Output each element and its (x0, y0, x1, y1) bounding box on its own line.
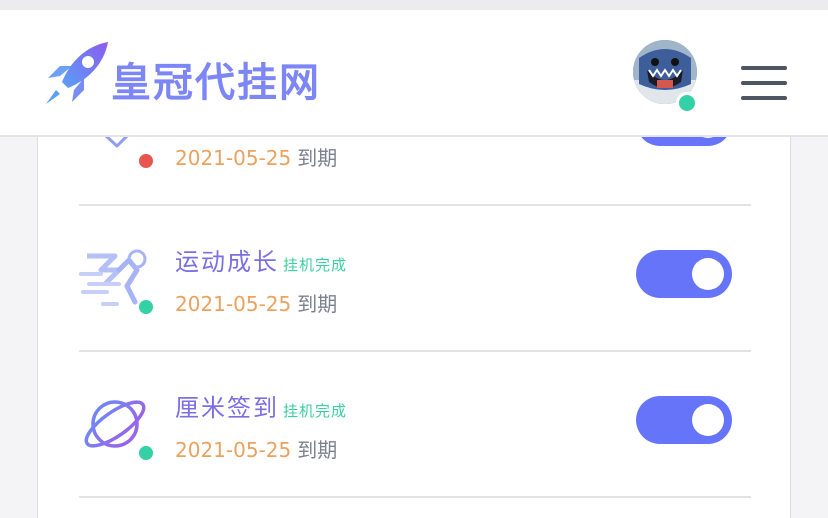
rocket-icon (42, 38, 112, 108)
expiry-suffix: 到期 (297, 146, 338, 170)
hamburger-menu-icon[interactable] (741, 66, 787, 100)
task-list: 2021-05-25 到期 运动成长 挂机完成 2021-05-25 到期 厘米… (37, 98, 791, 518)
task-title: 运动成长 (175, 248, 279, 276)
online-status-dot (676, 92, 698, 114)
brand-title[interactable]: 皇冠代挂网 (111, 50, 321, 108)
expiry-suffix: 到期 (297, 292, 338, 316)
task-title: 厘米签到 (175, 394, 279, 422)
expiry-text: 2021-05-25 到期 (175, 288, 337, 317)
toggle-knob (692, 258, 724, 290)
status-dot (137, 298, 155, 316)
app-page: 2021-05-25 到期 运动成长 挂机完成 2021-05-25 到期 厘米… (0, 0, 828, 518)
enable-toggle[interactable] (636, 250, 732, 298)
expiry-date: 2021-05-25 (175, 292, 292, 316)
status-tag: 挂机完成 (283, 256, 348, 274)
expiry-date: 2021-05-25 (175, 438, 292, 462)
expiry-text: 2021-05-25 到期 (175, 142, 337, 171)
divider (79, 496, 751, 498)
planet-icon (79, 386, 155, 462)
status-tag: 挂机完成 (283, 402, 348, 420)
status-dot (137, 444, 155, 462)
expiry-date: 2021-05-25 (175, 146, 292, 170)
list-item[interactable]: 运动成长 挂机完成 2021-05-25 到期 (79, 206, 751, 352)
expiry-text: 2021-05-25 到期 (175, 434, 337, 463)
task-name: 厘米签到 挂机完成 (175, 388, 347, 423)
top-header: 皇冠代挂网 (0, 0, 828, 137)
task-name: 运动成长 挂机完成 (175, 242, 347, 277)
status-dot (137, 152, 155, 170)
enable-toggle[interactable] (636, 396, 732, 444)
toggle-knob (692, 404, 724, 436)
expiry-suffix: 到期 (297, 438, 338, 462)
runner-icon (79, 240, 155, 316)
list-item[interactable]: 厘米签到 挂机完成 2021-05-25 到期 (79, 352, 751, 498)
